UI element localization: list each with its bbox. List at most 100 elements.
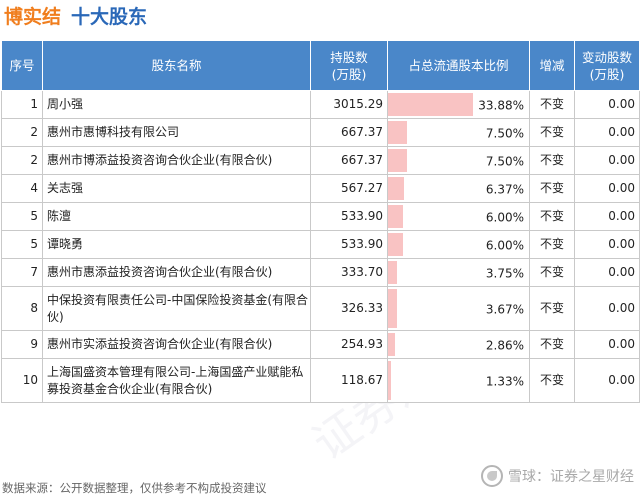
ratio-value: 6.00% bbox=[485, 209, 524, 224]
ratio-cell: 1.33% bbox=[387, 358, 530, 403]
delta-cell: 0.00 bbox=[574, 202, 640, 231]
rank-cell: 1 bbox=[1, 90, 43, 119]
shareholder-name-cell: 陈澶 bbox=[42, 202, 311, 231]
change-cell: 不变 bbox=[529, 118, 575, 147]
col-header-ratio: 占总流通股本比例 bbox=[387, 40, 530, 91]
table-header-row: 序号 股东名称 持股数 (万股) 占总流通股本比例 增减 变动股数 (万股) bbox=[1, 40, 640, 91]
shares-cell: 326.33 bbox=[310, 286, 388, 331]
ratio-value: 6.00% bbox=[485, 237, 524, 252]
col-header-change: 增减 bbox=[529, 40, 575, 91]
ratio-bar bbox=[388, 205, 404, 228]
ratio-value: 3.67% bbox=[485, 301, 524, 316]
rank-cell: 10 bbox=[1, 358, 43, 403]
ratio-cell: 3.67% bbox=[387, 286, 530, 331]
ratio-cell: 7.50% bbox=[387, 146, 530, 175]
table-row: 2 惠州市博添益投资咨询合伙企业(有限合伙) 667.37 7.50% 不变 0.00 bbox=[1, 146, 640, 175]
shares-cell: 667.37 bbox=[310, 118, 388, 147]
ratio-bar bbox=[388, 361, 392, 400]
delta-cell: 0.00 bbox=[574, 258, 640, 287]
shares-cell: 118.67 bbox=[310, 358, 388, 403]
table-row: 2 惠州市惠博科技有限公司 667.37 7.50% 不变 0.00 bbox=[1, 118, 640, 147]
company-name: 博实结 bbox=[4, 6, 62, 28]
page-subtitle: 十大股东 bbox=[71, 6, 148, 28]
table-row: 9 惠州市实添益投资咨询合伙企业(有限合伙) 254.93 2.86% 不变 0.00 bbox=[1, 330, 640, 359]
ratio-cell: 6.00% bbox=[387, 230, 530, 259]
ratio-bar bbox=[388, 289, 398, 328]
change-cell: 不变 bbox=[529, 90, 575, 119]
col-header-delta: 变动股数 (万股) bbox=[574, 40, 640, 91]
table-row: 7 惠州市惠添益投资咨询合伙企业(有限合伙) 333.70 3.75% 不变 0.00 bbox=[1, 258, 640, 287]
ratio-value: 6.37% bbox=[485, 181, 524, 196]
delta-cell: 0.00 bbox=[574, 118, 640, 147]
brand-text: 雪球：证券之星财经 bbox=[508, 469, 634, 485]
brand-mark: 雪球：证券之星财经 bbox=[481, 465, 634, 487]
rank-cell: 5 bbox=[1, 230, 43, 259]
rank-cell: 9 bbox=[1, 330, 43, 359]
delta-cell: 0.00 bbox=[574, 146, 640, 175]
ratio-value: 3.75% bbox=[485, 265, 524, 280]
shareholder-name-cell: 关志强 bbox=[42, 174, 311, 203]
change-cell: 不变 bbox=[529, 330, 575, 359]
change-cell: 不变 bbox=[529, 286, 575, 331]
ratio-bar bbox=[388, 93, 473, 116]
shareholders-table: 序号 股东名称 持股数 (万股) 占总流通股本比例 增减 变动股数 (万股) 1 周小… bbox=[1, 40, 640, 403]
ratio-cell: 6.37% bbox=[387, 174, 530, 203]
shareholder-name-cell: 谭晓勇 bbox=[42, 230, 311, 259]
delta-cell: 0.00 bbox=[574, 358, 640, 403]
ratio-value: 2.86% bbox=[485, 337, 524, 352]
delta-cell: 0.00 bbox=[574, 90, 640, 119]
change-cell: 不变 bbox=[529, 202, 575, 231]
ratio-bar bbox=[388, 149, 407, 172]
shareholder-name-cell: 惠州市惠博科技有限公司 bbox=[42, 118, 311, 147]
ratio-cell: 2.86% bbox=[387, 330, 530, 359]
shareholder-name-cell: 惠州市惠添益投资咨询合伙企业(有限合伙) bbox=[42, 258, 311, 287]
ratio-value: 7.50% bbox=[485, 153, 524, 168]
delta-cell: 0.00 bbox=[574, 286, 640, 331]
change-cell: 不变 bbox=[529, 174, 575, 203]
shares-cell: 333.70 bbox=[310, 258, 388, 287]
delta-cell: 0.00 bbox=[574, 230, 640, 259]
shareholder-name-cell: 惠州市博添益投资咨询合伙企业(有限合伙) bbox=[42, 146, 311, 175]
ratio-value: 7.50% bbox=[485, 125, 524, 140]
ratio-bar bbox=[388, 121, 407, 144]
col-header-shares: 持股数 (万股) bbox=[310, 40, 388, 91]
table-row: 8 中保投资有限责任公司-中国保险投资基金(有限合伙) 326.33 3.67% 不变 0… bbox=[1, 286, 640, 331]
ratio-bar bbox=[388, 233, 404, 256]
page-title: 博实结 十大股东 bbox=[4, 2, 147, 30]
table-row: 5 陈澶 533.90 6.00% 不变 0.00 bbox=[1, 202, 640, 231]
ratio-bar bbox=[388, 333, 396, 356]
col-header-rank: 序号 bbox=[1, 40, 43, 91]
table-row: 10 上海国盛资本管理有限公司-上海国盛产业赋能私募投资基金合伙企业(有限合伙) 1… bbox=[1, 358, 640, 403]
delta-cell: 0.00 bbox=[574, 174, 640, 203]
change-cell: 不变 bbox=[529, 358, 575, 403]
rank-cell: 2 bbox=[1, 118, 43, 147]
ratio-value: 33.88% bbox=[478, 97, 524, 112]
shareholder-name-cell: 上海国盛资本管理有限公司-上海国盛产业赋能私募投资基金合伙企业(有限合伙) bbox=[42, 358, 311, 403]
ratio-bar bbox=[388, 261, 398, 284]
rank-cell: 8 bbox=[1, 286, 43, 331]
ratio-value: 1.33% bbox=[485, 373, 524, 388]
shares-cell: 3015.29 bbox=[310, 90, 388, 119]
change-cell: 不变 bbox=[529, 146, 575, 175]
table-row: 5 谭晓勇 533.90 6.00% 不变 0.00 bbox=[1, 230, 640, 259]
shareholder-name-cell: 中保投资有限责任公司-中国保险投资基金(有限合伙) bbox=[42, 286, 311, 331]
delta-cell: 0.00 bbox=[574, 330, 640, 359]
shares-cell: 567.27 bbox=[310, 174, 388, 203]
table-row: 1 周小强 3015.29 33.88% 不变 0.00 bbox=[1, 90, 640, 119]
rank-cell: 2 bbox=[1, 146, 43, 175]
table-row: 4 关志强 567.27 6.37% 不变 0.00 bbox=[1, 174, 640, 203]
rank-cell: 7 bbox=[1, 258, 43, 287]
change-cell: 不变 bbox=[529, 258, 575, 287]
shareholder-name-cell: 惠州市实添益投资咨询合伙企业(有限合伙) bbox=[42, 330, 311, 359]
rank-cell: 4 bbox=[1, 174, 43, 203]
change-cell: 不变 bbox=[529, 230, 575, 259]
shares-cell: 667.37 bbox=[310, 146, 388, 175]
ratio-cell: 3.75% bbox=[387, 258, 530, 287]
rank-cell: 5 bbox=[1, 202, 43, 231]
shareholder-name-cell: 周小强 bbox=[42, 90, 311, 119]
ratio-cell: 33.88% bbox=[387, 90, 530, 119]
ratio-cell: 7.50% bbox=[387, 118, 530, 147]
shares-cell: 254.93 bbox=[310, 330, 388, 359]
snowball-logo-icon bbox=[481, 465, 503, 487]
col-header-name: 股东名称 bbox=[42, 40, 311, 91]
